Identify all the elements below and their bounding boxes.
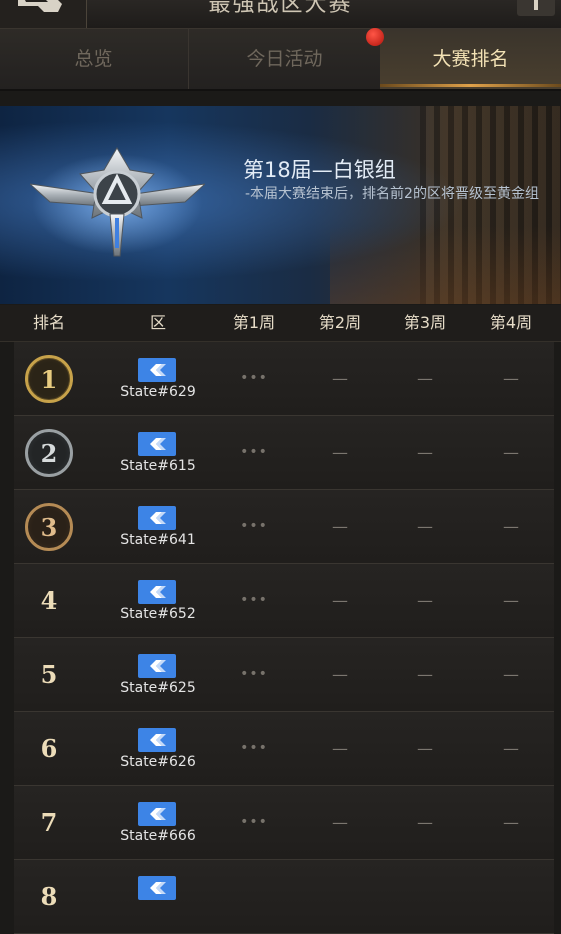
week-2-cell: — (332, 665, 348, 684)
league-banner: 第18届—白银组 -本届大赛结束后，排名前2的区将晋级至黄金组 (0, 106, 561, 304)
page-title: 最强战区大赛 (208, 0, 353, 17)
week-3-cell: — (417, 517, 433, 536)
rank-number: 5 (40, 660, 58, 689)
tab-tournament-ranking-label: 大赛排名 (432, 48, 509, 70)
week-3-cell (383, 860, 467, 933)
league-description: -本届大赛结束后，排名前2的区将晋级至黄金组 (245, 186, 539, 202)
rank-number: 6 (40, 734, 58, 763)
week-4-cell: — (503, 517, 519, 536)
rank-number: 8 (40, 882, 58, 911)
week-2-cell: — (332, 813, 348, 832)
week-4-cell: — (503, 443, 519, 462)
header-week-2: 第2周 (318, 313, 362, 332)
table-row[interactable]: 2 State#615 ••• — — — (14, 416, 554, 490)
zone-name: State#666 (120, 828, 196, 844)
zone-flag-icon (138, 802, 176, 826)
week-1-cell: ••• (240, 666, 268, 682)
week-2-cell: — (332, 517, 348, 536)
zone-name: State#615 (120, 458, 196, 474)
week-1-cell: ••• (240, 518, 268, 534)
week-4-cell: — (503, 813, 519, 832)
header-week-4: 第4周 (489, 313, 533, 332)
header-rank: 排名 (32, 313, 65, 332)
week-4-cell: — (503, 591, 519, 610)
week-3-cell: — (417, 369, 433, 388)
week-3-cell: — (417, 813, 433, 832)
week-2-cell: — (332, 739, 348, 758)
tab-overview[interactable]: 总览 (0, 29, 187, 89)
week-3-cell: — (417, 591, 433, 610)
week-3-cell: — (417, 665, 433, 684)
week-2-cell: — (332, 591, 348, 610)
tab-bar: 总览 今日活动 大赛排名 (0, 29, 561, 91)
ranking-table-header: 排名 区 第1周 第2周 第3周 第4周 (0, 305, 561, 342)
header-week-3: 第3周 (403, 313, 447, 332)
info-button[interactable] (517, 0, 555, 16)
week-1-cell (212, 860, 296, 933)
table-row[interactable]: 8 (14, 860, 554, 934)
tab-today-activity[interactable]: 今日活动 (188, 29, 380, 89)
week-3-cell: — (417, 739, 433, 758)
top-header: 最强战区大赛 (0, 0, 561, 29)
week-4-cell: — (503, 369, 519, 388)
week-4-cell: — (503, 665, 519, 684)
header-week-1: 第1周 (232, 313, 276, 332)
week-4-cell (469, 860, 553, 933)
league-title: 第18届—白银组 (243, 158, 396, 182)
week-1-cell: ••• (240, 814, 268, 830)
week-2-cell (298, 860, 382, 933)
zone-flag-icon (138, 580, 176, 604)
table-row[interactable]: 3 State#641 ••• — — — (14, 490, 554, 564)
week-1-cell: ••• (240, 592, 268, 608)
week-1-cell: ••• (240, 740, 268, 756)
zone-name: State#629 (120, 384, 196, 400)
rank-medal-bronze-icon: 3 (25, 503, 73, 551)
zone-flag-icon (138, 432, 176, 456)
week-1-cell: ••• (240, 444, 268, 460)
zone-flag-icon (138, 728, 176, 752)
rank-medal-silver-icon: 2 (25, 429, 73, 477)
active-tab-indicator (380, 84, 561, 87)
table-row[interactable]: 4 State#652 ••• — — — (14, 564, 554, 638)
table-row[interactable]: 5 State#625 ••• — — — (14, 638, 554, 712)
rank-medal-gold-icon: 1 (25, 355, 73, 403)
notification-badge (366, 28, 384, 46)
silver-league-emblem-icon (30, 147, 205, 257)
table-row[interactable]: 7 State#666 ••• — — — (14, 786, 554, 860)
zone-name: State#641 (120, 532, 196, 548)
week-3-cell: — (417, 443, 433, 462)
zone-flag-icon (138, 506, 176, 530)
week-2-cell: — (332, 369, 348, 388)
table-row[interactable]: 6 State#626 ••• — — — (14, 712, 554, 786)
week-4-cell: — (503, 739, 519, 758)
zone-flag-icon (138, 358, 176, 382)
table-row[interactable]: 1 State#629 ••• — — — (14, 342, 554, 416)
zone-name: State#625 (120, 680, 196, 696)
zone-flag-icon (138, 654, 176, 678)
tab-tournament-ranking[interactable]: 大赛排名 (380, 29, 561, 89)
header-zone: 区 (149, 313, 166, 332)
week-1-cell: ••• (240, 370, 268, 386)
banner-background-glow (330, 226, 561, 304)
zone-name: State#626 (120, 754, 196, 770)
zone-name: State#652 (120, 606, 196, 622)
rank-number: 7 (40, 808, 58, 837)
rank-number: 4 (40, 586, 58, 615)
zone-flag-icon (138, 876, 176, 900)
week-2-cell: — (332, 443, 348, 462)
